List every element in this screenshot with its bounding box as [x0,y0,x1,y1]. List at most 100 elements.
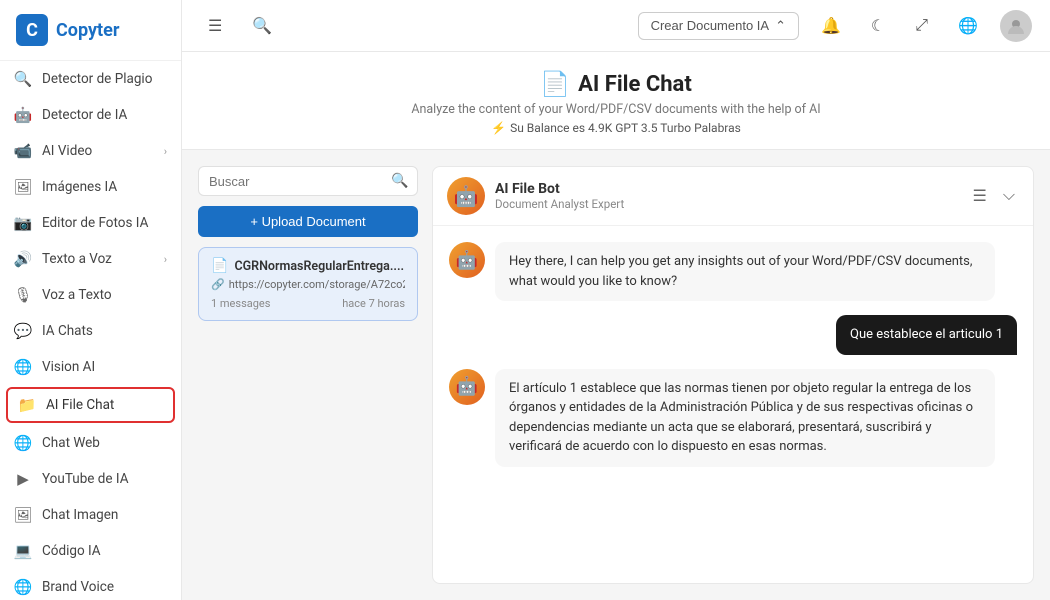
message-row-bot-msg-1: 🤖 Hey there, I can help you get any insi… [449,242,1017,301]
chevron-icon: › [164,253,167,266]
doc-url: 🔗 https://copyter.com/storage/A72co2OejW… [211,278,405,291]
logo-text: Copyter [56,20,119,41]
bot-msg-avatar: 🤖 [449,369,485,405]
sidebar-item-detector-plagio[interactable]: 🔍 Detector de Plagio [0,61,181,97]
bot-info: AI File Bot Document Analyst Expert [495,181,959,211]
sidebar-icon-texto-a-voz: 🔊 [14,250,32,268]
doc-name: CGRNormasRegularEntrega.... [234,259,404,274]
sidebar-icon-voz-a-texto: 🎙 [14,286,32,304]
sidebar-label-chat-imagen: Chat Imagen [42,507,118,523]
sidebar-icon-youtube-ia: ▶ [14,470,32,488]
sidebar-item-editor-fotos[interactable]: 📷 Editor de Fotos IA [0,205,181,241]
chat-menu-button[interactable]: ☰ [969,182,991,210]
sidebar-icon-detector-plagio: 🔍 [14,70,32,88]
search-bar: 🔍 [198,166,418,196]
sidebar-label-editor-fotos: Editor de Fotos IA [42,215,148,231]
sidebar-icon-codigo-ia: 💻 [14,542,32,560]
sidebar-item-brand-voice[interactable]: 🌐 Brand Voice [0,569,181,600]
sidebar-item-ia-chats[interactable]: 💬 IA Chats [0,313,181,349]
search-button[interactable]: 🔍 [244,12,280,40]
doc-meta: 1 messages hace 7 horas [211,297,405,310]
chevron-down-icon: ⌃ [775,18,786,34]
pdf-icon: 📄 [211,258,228,274]
language-button[interactable]: 🌐 [950,12,986,40]
sidebar-label-vision-ai: Vision AI [42,359,95,375]
sidebar: C Copyter 🔍 Detector de Plagio 🤖 Detecto… [0,0,182,600]
message-row-user-msg-1: Que establece el articulo 1 [449,315,1017,355]
bot-msg-avatar: 🤖 [449,242,485,278]
content-area: 🔍 + Upload Document 📄 CGRNormasRegularEn… [182,150,1050,600]
sidebar-label-detector-ia: Detector de IA [42,107,127,123]
sidebar-nav: 🔍 Detector de Plagio 🤖 Detector de IA 📹 … [0,61,181,600]
page-header: 📄 AI File Chat Analyze the content of yo… [182,52,1050,150]
chat-panel: 🤖 AI File Bot Document Analyst Expert ☰ … [432,166,1034,584]
doc-title-row: 📄 CGRNormasRegularEntrega.... [211,258,405,274]
sidebar-label-brand-voice: Brand Voice [42,579,114,595]
bot-message-bubble: Hey there, I can help you get any insigh… [495,242,995,301]
sidebar-item-chat-imagen[interactable]: 🖼 Chat Imagen [0,497,181,533]
sidebar-label-ai-video: AI Video [42,143,92,159]
logo-icon: C [16,14,48,46]
bot-message-bubble: El artículo 1 establece que las normas t… [495,369,995,467]
sidebar-icon-chat-web: 🌐 [14,434,32,452]
sidebar-item-texto-a-voz[interactable]: 🔊 Texto a Voz › [0,241,181,277]
sidebar-item-ai-file-chat[interactable]: 📁 AI File Chat [6,387,175,423]
sidebar-item-ai-video[interactable]: 📹 AI Video › [0,133,181,169]
left-panel: 🔍 + Upload Document 📄 CGRNormasRegularEn… [198,166,418,584]
sidebar-item-voz-a-texto[interactable]: 🎙 Voz a Texto [0,277,181,313]
chat-header: 🤖 AI File Bot Document Analyst Expert ☰ … [433,167,1033,226]
chat-options-button[interactable]: ⌵ [999,182,1019,210]
sidebar-icon-vision-ai: 🌐 [14,358,32,376]
search-input[interactable] [209,174,385,189]
sidebar-icon-chat-imagen: 🖼 [14,506,32,524]
sidebar-item-codigo-ia[interactable]: 💻 Código IA [0,533,181,569]
time-ago: hace 7 horas [342,297,405,310]
sidebar-label-codigo-ia: Código IA [42,543,101,559]
menu-button[interactable]: ☰ [200,12,230,40]
dark-mode-button[interactable]: ☾ [863,12,893,40]
sidebar-item-imagenes-ia[interactable]: 🖼 Imágenes IA [0,169,181,205]
sidebar-icon-detector-ia: 🤖 [14,106,32,124]
balance-text: Su Balance es 4.9K GPT 3.5 Turbo Palabra… [510,121,741,135]
sidebar-label-chat-web: Chat Web [42,435,100,451]
bolt-icon: ⚡ [491,121,506,135]
page-title-row: 📄 AI File Chat [182,70,1050,98]
doc-url-text: https://copyter.com/storage/A72co2OejW.p… [229,278,405,291]
sidebar-label-imagenes-ia: Imágenes IA [42,179,117,195]
sidebar-label-youtube-ia: YouTube de IA [42,471,129,487]
upload-document-button[interactable]: + Upload Document [198,206,418,237]
sidebar-item-youtube-ia[interactable]: ▶ YouTube de IA [0,461,181,497]
logo-area[interactable]: C Copyter [0,0,181,61]
chat-header-actions: ☰ ⌵ [969,182,1019,210]
user-message-bubble: Que establece el articulo 1 [836,315,1017,355]
messages-count: 1 messages [211,297,270,310]
sidebar-label-ai-file-chat: AI File Chat [46,397,114,413]
sidebar-item-vision-ai[interactable]: 🌐 Vision AI [0,349,181,385]
avatar[interactable] [1000,10,1032,42]
balance-info: ⚡ Su Balance es 4.9K GPT 3.5 Turbo Palab… [182,121,1050,135]
page-title-icon: 📄 [540,70,570,98]
expand-button[interactable]: ⤢ [907,13,936,39]
message-row-bot-msg-2: 🤖 El artículo 1 establece que las normas… [449,369,1017,467]
sidebar-icon-editor-fotos: 📷 [14,214,32,232]
main-content: 📄 AI File Chat Analyze the content of yo… [182,52,1050,600]
chat-messages: 🤖 Hey there, I can help you get any insi… [433,226,1033,583]
upload-label: + Upload Document [250,214,365,229]
top-navigation: ☰ 🔍 Crear Documento IA ⌃ 🔔 ☾ ⤢ 🌐 [182,0,1050,52]
notifications-button[interactable]: 🔔 [813,12,849,40]
sidebar-label-detector-plagio: Detector de Plagio [42,71,152,87]
sidebar-icon-brand-voice: 🌐 [14,578,32,596]
crear-doc-label: Crear Documento IA [651,18,770,33]
sidebar-item-chat-web[interactable]: 🌐 Chat Web [0,425,181,461]
bot-avatar: 🤖 [447,177,485,215]
chevron-icon: › [164,145,167,158]
document-card[interactable]: 📄 CGRNormasRegularEntrega.... 🔗 https://… [198,247,418,321]
sidebar-item-detector-ia[interactable]: 🤖 Detector de IA [0,97,181,133]
page-title: AI File Chat [578,72,692,97]
search-icon: 🔍 [391,173,408,189]
sidebar-icon-imagenes-ia: 🖼 [14,178,32,196]
bot-description: Document Analyst Expert [495,197,959,211]
sidebar-icon-ia-chats: 💬 [14,322,32,340]
crear-documento-button[interactable]: Crear Documento IA ⌃ [638,12,799,40]
sidebar-label-voz-a-texto: Voz a Texto [42,287,112,303]
